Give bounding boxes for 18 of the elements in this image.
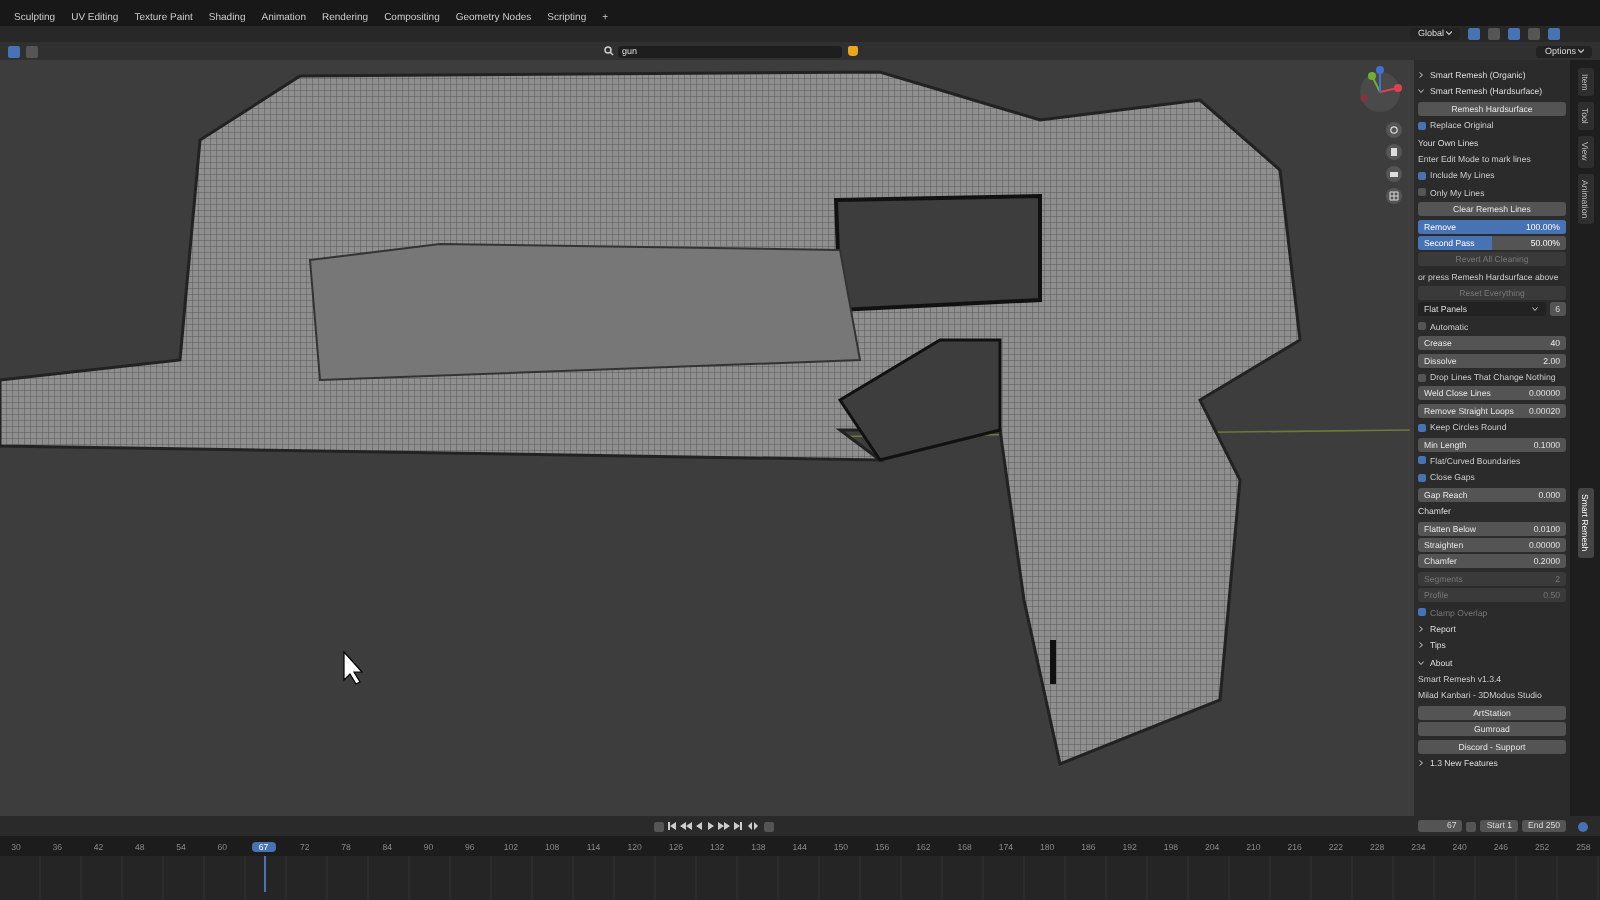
axis-gizmo-icon[interactable] [1360, 66, 1402, 112]
checkbox[interactable] [1418, 456, 1426, 465]
search-icon [604, 46, 614, 56]
caret-icon [1578, 47, 1584, 53]
checkbox[interactable] [1418, 373, 1426, 382]
checkbox[interactable] [1418, 322, 1426, 331]
grid-icon[interactable] [1386, 188, 1402, 204]
caret-icon [1446, 30, 1452, 36]
checkbox[interactable] [1418, 423, 1426, 432]
playback-controls-icon[interactable] [667, 820, 760, 832]
caret-icon [1531, 306, 1538, 313]
checkbox[interactable] [1418, 188, 1426, 197]
playhead-line[interactable] [263, 856, 266, 892]
checkbox[interactable] [1418, 171, 1426, 180]
mouse-cursor-icon [343, 650, 364, 685]
checkbox[interactable] [1418, 121, 1426, 130]
checkbox[interactable] [1418, 473, 1426, 482]
zoom-icon[interactable] [1386, 122, 1402, 138]
